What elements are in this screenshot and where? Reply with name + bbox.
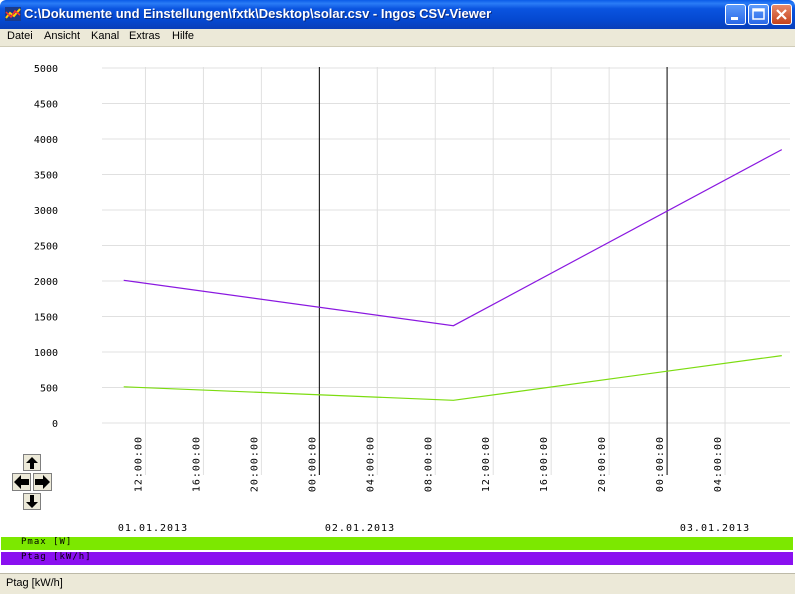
y-tick-label: 5000 — [34, 64, 58, 75]
menu-extras[interactable]: Extras — [129, 30, 160, 42]
x-tick-label: 16:00:00 — [191, 436, 202, 492]
y-tick-label: 2000 — [34, 277, 58, 288]
x-tick-label: 04:00:00 — [713, 436, 724, 492]
date-label: 02.01.2013 — [325, 523, 395, 534]
legend-label-pmax: Pmax [W] — [21, 537, 73, 547]
x-tick-label: 04:00:00 — [365, 436, 376, 492]
y-tick-label: 1500 — [34, 313, 58, 324]
scroll-left-button[interactable] — [12, 473, 31, 491]
minimize-button[interactable] — [725, 4, 746, 25]
menu-kanal[interactable]: Kanal — [91, 30, 119, 42]
arrow-right-icon — [35, 475, 50, 489]
close-button[interactable] — [771, 4, 792, 25]
x-tick-label: 20:00:00 — [597, 436, 608, 492]
x-tick-label: 00:00:00 — [307, 436, 318, 492]
arrow-left-icon — [14, 475, 29, 489]
date-label: 01.01.2013 — [118, 523, 188, 534]
close-icon — [776, 9, 787, 20]
y-tick-label: 500 — [40, 384, 58, 395]
y-tick-label: 4000 — [34, 135, 58, 146]
x-tick-label: 12:00:00 — [133, 436, 144, 492]
y-tick-label: 3500 — [34, 171, 58, 182]
status-text: Ptag [kW/h] — [6, 577, 63, 589]
legend-row-ptag[interactable]: Ptag [kW/h] — [1, 552, 793, 565]
y-tick-label: 4500 — [34, 100, 58, 111]
menu-bar: Datei Ansicht Kanal Extras Hilfe — [0, 29, 795, 47]
menu-datei[interactable]: Datei — [7, 30, 33, 42]
arrow-up-icon — [26, 457, 38, 469]
window-title: C:\Dokumente und Einstellungen\fxtk\Desk… — [24, 6, 492, 21]
status-bar: Ptag [kW/h] — [0, 573, 795, 594]
x-tick-label: 00:00:00 — [655, 436, 666, 492]
date-label: 03.01.2013 — [680, 523, 750, 534]
menu-ansicht[interactable]: Ansicht — [44, 30, 80, 42]
y-tick-label: 3000 — [34, 206, 58, 217]
scroll-down-button[interactable] — [23, 493, 41, 510]
menu-hilfe[interactable]: Hilfe — [172, 30, 194, 42]
series-line — [123, 149, 783, 327]
window-titlebar[interactable]: C:\Dokumente und Einstellungen\fxtk\Desk… — [0, 0, 795, 29]
y-tick-label: 2500 — [34, 242, 58, 253]
minimize-icon — [731, 17, 738, 20]
chart-area[interactable]: 5000450040003500300025002000150010005000… — [0, 47, 795, 537]
x-tick-label: 12:00:00 — [481, 436, 492, 492]
scroll-up-button[interactable] — [23, 454, 41, 471]
x-tick-label: 08:00:00 — [423, 436, 434, 492]
x-tick-label: 16:00:00 — [539, 436, 550, 492]
arrow-down-icon — [26, 495, 38, 508]
legend-label-ptag: Ptag [kW/h] — [21, 552, 92, 562]
app-chart-icon — [5, 7, 21, 21]
maximize-button[interactable] — [748, 4, 769, 25]
scroll-right-button[interactable] — [33, 473, 52, 491]
maximize-icon — [752, 8, 765, 20]
x-tick-label: 20:00:00 — [249, 436, 260, 492]
y-tick-label: 0 — [52, 419, 58, 430]
legend-row-pmax[interactable]: Pmax [W] — [1, 537, 793, 550]
y-tick-label: 1000 — [34, 348, 58, 359]
series-line — [123, 355, 782, 401]
